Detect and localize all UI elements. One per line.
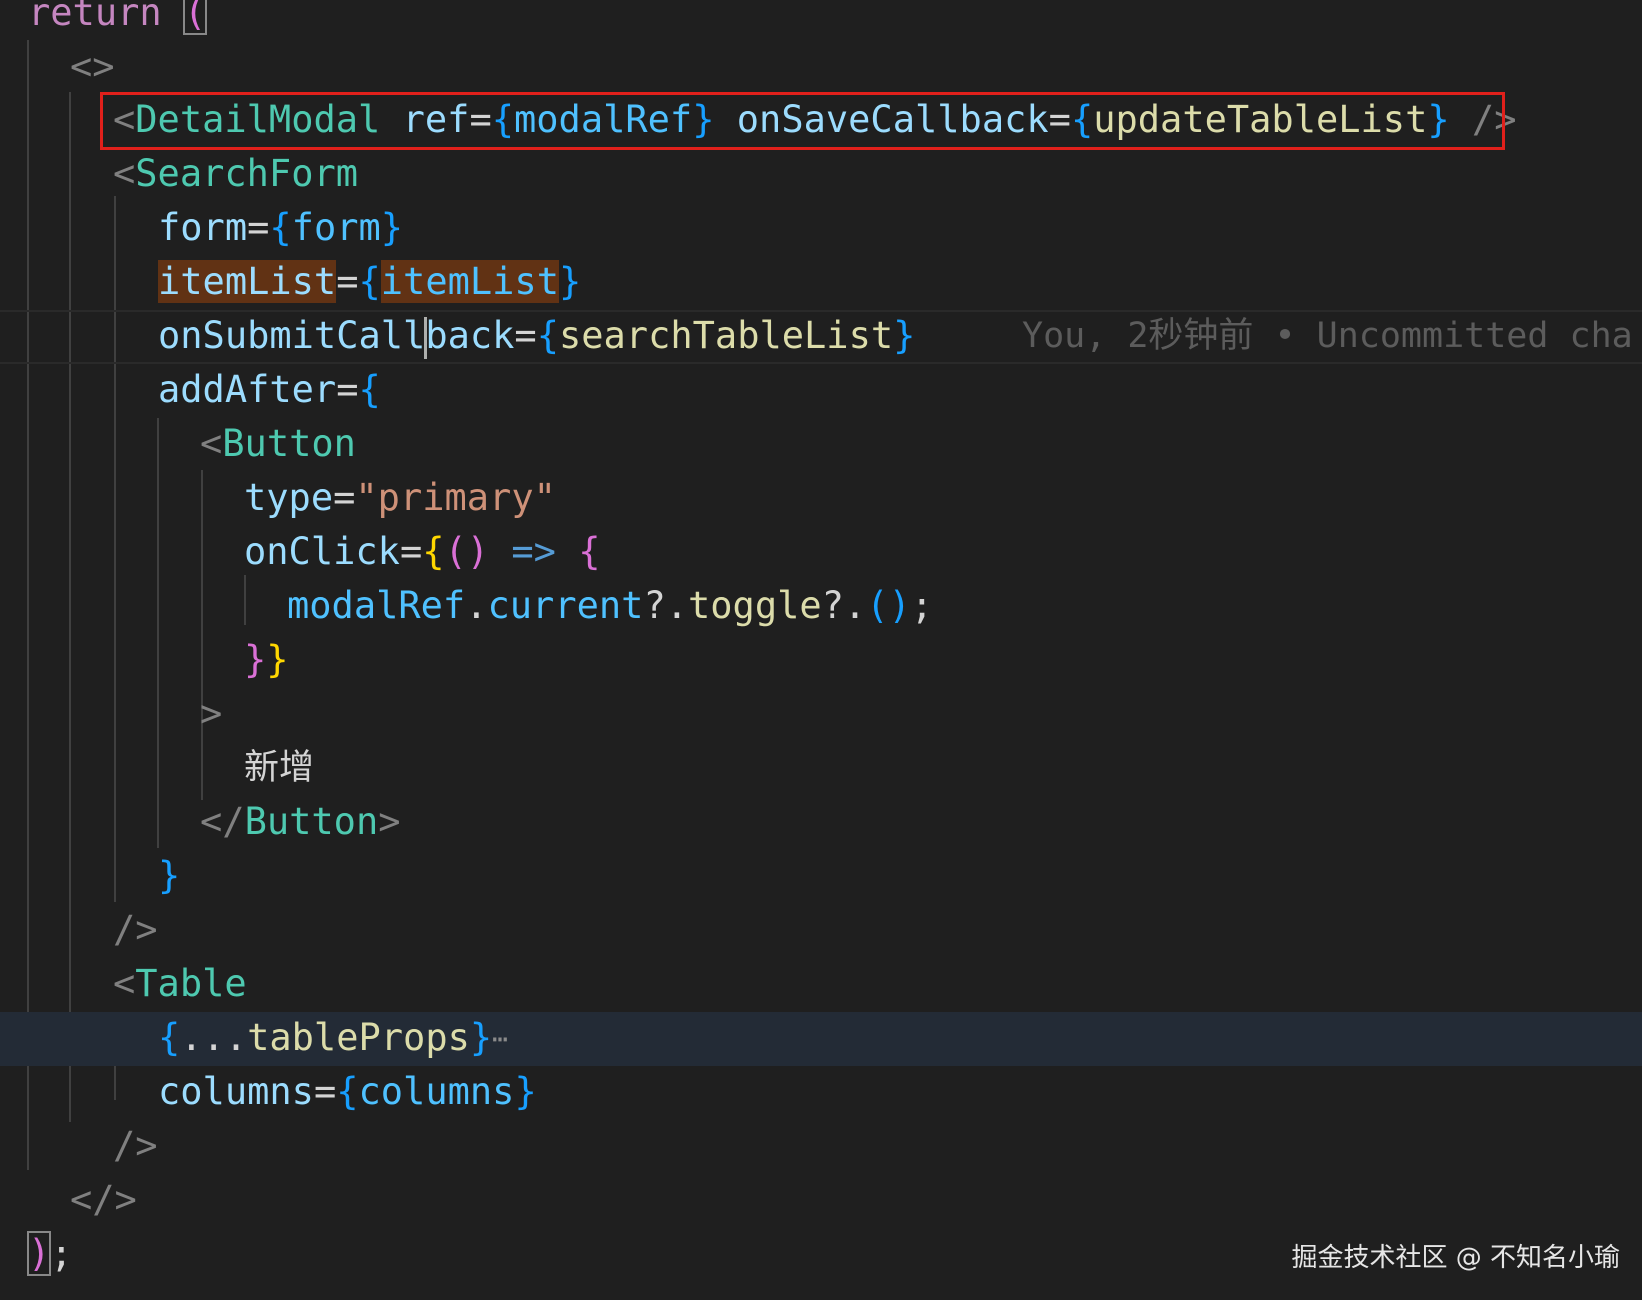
- jsx-close-open: </: [200, 800, 245, 843]
- brace: {: [336, 1070, 359, 1113]
- brace: }: [469, 1016, 493, 1059]
- brace: }: [266, 638, 289, 681]
- prop-name: itemList: [158, 260, 337, 303]
- brace: {: [578, 530, 601, 573]
- arrow: =>: [511, 530, 556, 573]
- prop-value: searchTableList: [558, 314, 894, 357]
- function-name: toggle: [688, 584, 822, 627]
- component-name: SearchForm: [135, 152, 359, 195]
- brace: {: [158, 1016, 181, 1059]
- git-blame-annotation: You, 2秒钟前 • Uncommitted cha: [1022, 316, 1633, 356]
- code-line[interactable]: return (: [0, 0, 1642, 40]
- equals: =: [399, 530, 423, 573]
- code-line[interactable]: }: [0, 849, 1642, 903]
- string-value: "primary": [355, 476, 556, 519]
- jsx-lt: <: [200, 422, 223, 465]
- code-line[interactable]: onClick={() => {: [0, 525, 1642, 579]
- code-line[interactable]: columns={columns}: [0, 1065, 1642, 1119]
- prop-name: type: [244, 476, 334, 519]
- code-line[interactable]: </>: [0, 1173, 1642, 1227]
- prop-name: form: [158, 206, 248, 249]
- prop-value: columns: [358, 1070, 515, 1113]
- component-name: Table: [135, 962, 247, 1005]
- brace: }: [244, 638, 267, 681]
- code-line[interactable]: type="primary": [0, 471, 1642, 525]
- equals: =: [336, 368, 359, 411]
- button-text: 新增: [244, 748, 315, 788]
- identifier: modalRef: [287, 584, 466, 627]
- params: (): [444, 530, 490, 573]
- brace: {: [422, 530, 445, 573]
- optional-chain: ?.: [821, 584, 867, 627]
- code-line[interactable]: />: [0, 1119, 1642, 1173]
- fragment-open: <>: [70, 45, 115, 88]
- brace: {: [358, 368, 381, 411]
- prop-value: itemList: [380, 260, 559, 303]
- code-line[interactable]: addAfter={: [0, 363, 1642, 417]
- code-line[interactable]: />: [0, 903, 1642, 957]
- brace: {: [358, 260, 381, 303]
- open-paren: (: [182, 0, 208, 35]
- prop-name: addAfter: [158, 368, 337, 411]
- equals: =: [313, 1070, 337, 1113]
- equals: =: [247, 206, 270, 249]
- prop-value: form: [291, 206, 381, 249]
- code-line[interactable]: <Button: [0, 417, 1642, 471]
- call-parens: (): [866, 584, 911, 627]
- component-name: Button: [244, 800, 379, 843]
- code-line[interactable]: </Button>: [0, 795, 1642, 849]
- jsx-gt: >: [200, 692, 223, 735]
- semicolon: ;: [50, 1232, 73, 1275]
- brace: }: [158, 854, 181, 897]
- brace: }: [559, 260, 582, 303]
- dot: .: [465, 584, 488, 627]
- brace: }: [514, 1070, 537, 1113]
- code-line[interactable]: form={form}: [0, 201, 1642, 255]
- jsx-lt: <: [113, 962, 136, 1005]
- keyword-return: return: [28, 0, 162, 34]
- code-editor[interactable]: return ( <> <DetailModal ref={modalRef} …: [0, 0, 1642, 1300]
- identifier: tableProps: [247, 1016, 470, 1059]
- code-line[interactable]: >: [0, 687, 1642, 741]
- code-line[interactable]: <Table: [0, 957, 1642, 1011]
- prop-name: onSubmitCall: [158, 314, 426, 357]
- prop-name: onClick: [244, 530, 400, 573]
- watermark: 掘金技术社区 @ 不知名小瑜: [1291, 1243, 1620, 1273]
- code-line[interactable]: <SearchForm: [0, 147, 1642, 201]
- equals: =: [336, 260, 359, 303]
- jsx-gt: >: [378, 800, 401, 843]
- fragment-close: </>: [70, 1178, 137, 1221]
- code-line[interactable]: itemList={itemList}: [0, 255, 1642, 309]
- prop-name: columns: [158, 1070, 314, 1113]
- spread-operator: ...: [180, 1016, 248, 1059]
- brace: }: [893, 314, 916, 357]
- code-line[interactable]: <>: [0, 40, 1642, 94]
- equals: =: [333, 476, 356, 519]
- equals: =: [514, 314, 537, 357]
- code-line-folded[interactable]: {...tableProps}⋯: [0, 1011, 1642, 1065]
- code-line[interactable]: modalRef.current?.toggle?.();: [0, 579, 1642, 633]
- component-name: Button: [222, 422, 356, 465]
- identifier: current: [487, 584, 644, 627]
- jsx-lt: <: [113, 152, 136, 195]
- brace: }: [380, 206, 404, 249]
- close-paren: ): [26, 1231, 52, 1276]
- code-line[interactable]: 新增: [0, 741, 1642, 795]
- optional-chain: ?.: [643, 584, 688, 627]
- code-line[interactable]: }}: [0, 633, 1642, 687]
- code-line-current[interactable]: onSubmitCallback={searchTableList} You, …: [0, 309, 1642, 363]
- highlight-box: [100, 92, 1505, 150]
- self-close: />: [113, 908, 158, 951]
- brace: {: [269, 206, 292, 249]
- self-close: />: [113, 1124, 158, 1167]
- prop-name: back: [425, 314, 515, 357]
- brace: {: [536, 314, 559, 357]
- fold-ellipsis-icon[interactable]: ⋯: [492, 1025, 508, 1055]
- semicolon: ;: [910, 584, 934, 627]
